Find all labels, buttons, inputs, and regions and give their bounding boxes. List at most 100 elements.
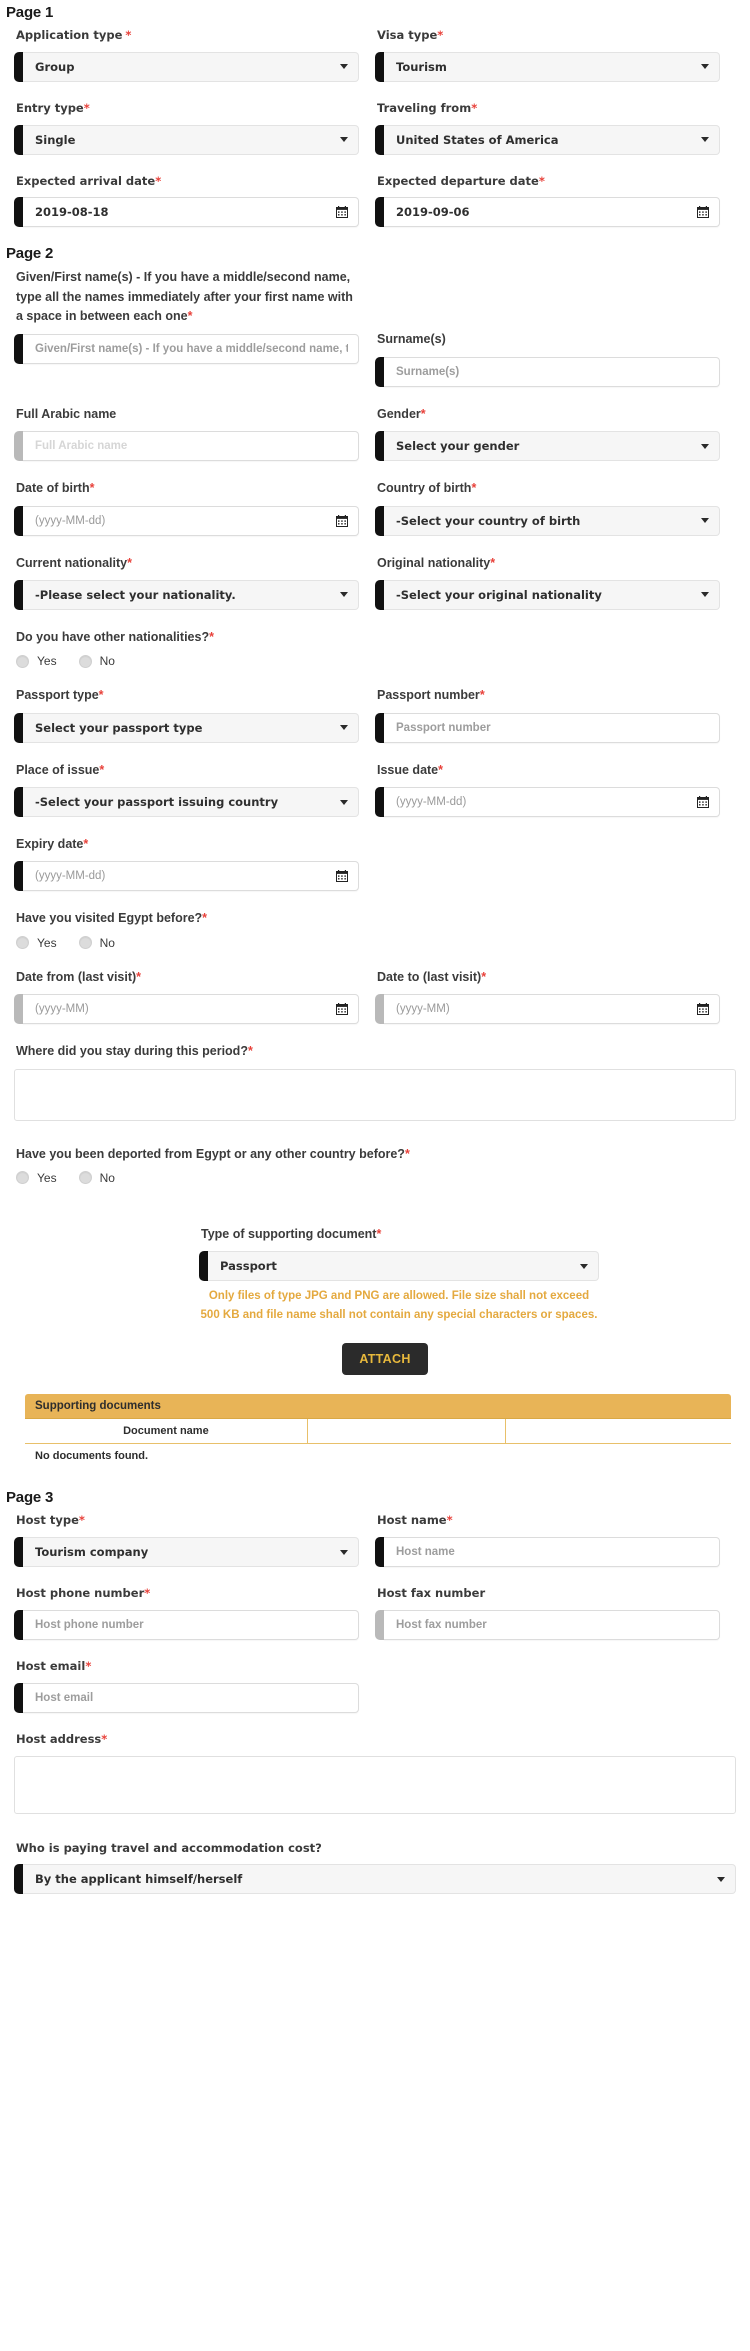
field-original-nationality: Original nationality* -Select your origi… [375, 554, 736, 628]
expected-departure-date-input[interactable]: 2019-09-06 [375, 197, 720, 228]
calendar-icon[interactable] [336, 1003, 348, 1016]
traveling-from-value: United States of America [396, 132, 559, 147]
other-nationalities-radio-group[interactable]: Yes No [14, 654, 720, 668]
field-entry-type: Entry type* Single [14, 100, 375, 173]
date-from-last-visit-input[interactable]: (yyyy-MM) [14, 994, 359, 1025]
required-asterisk: * [136, 969, 142, 984]
required-asterisk: * [479, 688, 485, 703]
traveling-from-select[interactable]: United States of America [375, 124, 720, 155]
paying-cost-select[interactable]: By the applicant himself/herself [14, 1864, 736, 1895]
required-asterisk: * [144, 1586, 151, 1601]
gender-select[interactable]: Select your gender [375, 431, 720, 462]
calendar-icon[interactable] [697, 206, 709, 219]
accent-bar [14, 431, 23, 462]
expected-arrival-date-input[interactable]: 2019-08-18 [14, 197, 359, 228]
host-name-input[interactable]: Host name [375, 1537, 720, 1568]
current-nationality-select[interactable]: -Please select your nationality. [14, 579, 359, 610]
calendar-icon[interactable] [697, 1003, 709, 1016]
table-caption-row: Supporting documents [25, 1394, 731, 1420]
chevron-down-icon [701, 137, 709, 143]
passport-number-input[interactable]: Passport number [375, 712, 720, 743]
calendar-icon[interactable] [336, 870, 348, 883]
form-row: Have you been deported from Egypt or any… [0, 1145, 750, 1203]
host-address-textarea[interactable] [14, 1755, 736, 1814]
date-to-last-visit-placeholder: (yyyy-MM) [396, 1003, 450, 1016]
host-phone-number-input[interactable]: Host phone number [14, 1609, 359, 1640]
radio-option-yes[interactable]: Yes [16, 936, 57, 950]
required-asterisk: * [127, 555, 132, 570]
radio-icon[interactable] [16, 936, 29, 950]
issue-date-input[interactable]: (yyyy-MM-dd) [375, 787, 720, 818]
accent-bar [375, 994, 384, 1025]
entry-type-select[interactable]: Single [14, 124, 359, 155]
entry-type-label: Entry type* [16, 100, 90, 115]
calendar-icon[interactable] [336, 206, 348, 219]
form-row: Host email* Host email [0, 1658, 750, 1731]
field-place-of-issue: Place of issue* -Select your passport is… [14, 761, 375, 835]
supporting-document-type-select[interactable]: Passport [199, 1251, 599, 1282]
radio-option-no[interactable]: No [78, 654, 115, 668]
radio-icon[interactable] [78, 936, 92, 950]
radio-option-no[interactable]: No [78, 936, 115, 950]
required-asterisk: * [202, 911, 208, 926]
supporting-documents-caption: Supporting documents [25, 1394, 731, 1420]
field-surnames: Surname(s) Surname(s) [375, 268, 736, 404]
radio-label: Yes [37, 1170, 57, 1185]
radio-icon[interactable] [16, 654, 29, 668]
radio-icon[interactable] [16, 1171, 29, 1185]
expected-arrival-date-label: Expected arrival date* [16, 173, 162, 188]
chevron-down-icon [717, 1876, 725, 1882]
visa-type-value: Tourism [396, 59, 447, 74]
country-of-birth-select[interactable]: -Select your country of birth [375, 505, 720, 536]
host-type-label: Host type* [16, 1513, 85, 1528]
accent-bar [14, 124, 23, 155]
deported-radio-group[interactable]: Yes No [14, 1171, 720, 1185]
radio-option-yes[interactable]: Yes [16, 654, 57, 668]
form-row: Entry type* Single Traveling from* Unite… [0, 100, 750, 173]
where-did-you-stay-textarea[interactable] [14, 1068, 736, 1121]
supporting-documents-table-wrap: Supporting documents Document name No do… [0, 1393, 750, 1470]
radio-option-no[interactable]: No [78, 1171, 115, 1185]
date-of-birth-label: Date of birth* [16, 481, 95, 496]
visited-egypt-radio-group[interactable]: Yes No [14, 936, 720, 950]
radio-icon[interactable] [78, 654, 92, 668]
field-passport-number: Passport number* Passport number [375, 686, 736, 760]
passport-type-select[interactable]: Select your passport type [14, 712, 359, 743]
surnames-input[interactable]: Surname(s) [375, 356, 720, 387]
full-arabic-name-input[interactable]: Full Arabic name [14, 431, 359, 462]
place-of-issue-select[interactable]: -Select your passport issuing country [14, 787, 359, 818]
page-2-heading: Page 2 [6, 245, 54, 263]
given-names-input[interactable]: Given/First name(s) - If you have a midd… [14, 333, 359, 364]
attach-button[interactable]: ATTACH [342, 1343, 428, 1376]
required-asterisk: * [471, 100, 478, 115]
application-type-value: Group [35, 59, 75, 74]
calendar-icon[interactable] [336, 514, 348, 527]
accent-bar [14, 1682, 23, 1713]
date-to-last-visit-input[interactable]: (yyyy-MM) [375, 994, 720, 1025]
visa-type-select[interactable]: Tourism [375, 51, 720, 82]
host-email-input[interactable]: Host email [14, 1682, 359, 1713]
radio-icon[interactable] [78, 1171, 92, 1185]
accent-bar [199, 1251, 208, 1282]
field-country-of-birth: Country of birth* -Select your country o… [375, 479, 736, 553]
calendar-icon[interactable] [697, 796, 709, 809]
expiry-date-placeholder: (yyyy-MM-dd) [35, 870, 106, 883]
date-of-birth-input[interactable]: (yyyy-MM-dd) [14, 505, 359, 536]
accent-bar [14, 1537, 23, 1568]
required-asterisk: * [78, 1513, 85, 1528]
original-nationality-select[interactable]: -Select your original nationality [375, 579, 720, 610]
host-type-value: Tourism company [35, 1545, 149, 1560]
issue-date-placeholder: (yyyy-MM-dd) [396, 796, 467, 809]
host-type-select[interactable]: Tourism company [14, 1537, 359, 1568]
accent-bar [375, 51, 384, 82]
radio-option-yes[interactable]: Yes [16, 1171, 57, 1185]
host-fax-number-input[interactable]: Host fax number [375, 1609, 720, 1640]
date-from-last-visit-placeholder: (yyyy-MM) [35, 1003, 89, 1016]
field-full-arabic-name: Full Arabic name Full Arabic name [14, 405, 375, 479]
chevron-down-icon [701, 518, 709, 524]
accent-bar [14, 994, 23, 1025]
application-type-select[interactable]: Group [14, 51, 359, 82]
accent-bar [375, 356, 384, 387]
field-host-fax-number: Host fax number Host fax number [375, 1585, 736, 1658]
expiry-date-input[interactable]: (yyyy-MM-dd) [14, 861, 359, 892]
